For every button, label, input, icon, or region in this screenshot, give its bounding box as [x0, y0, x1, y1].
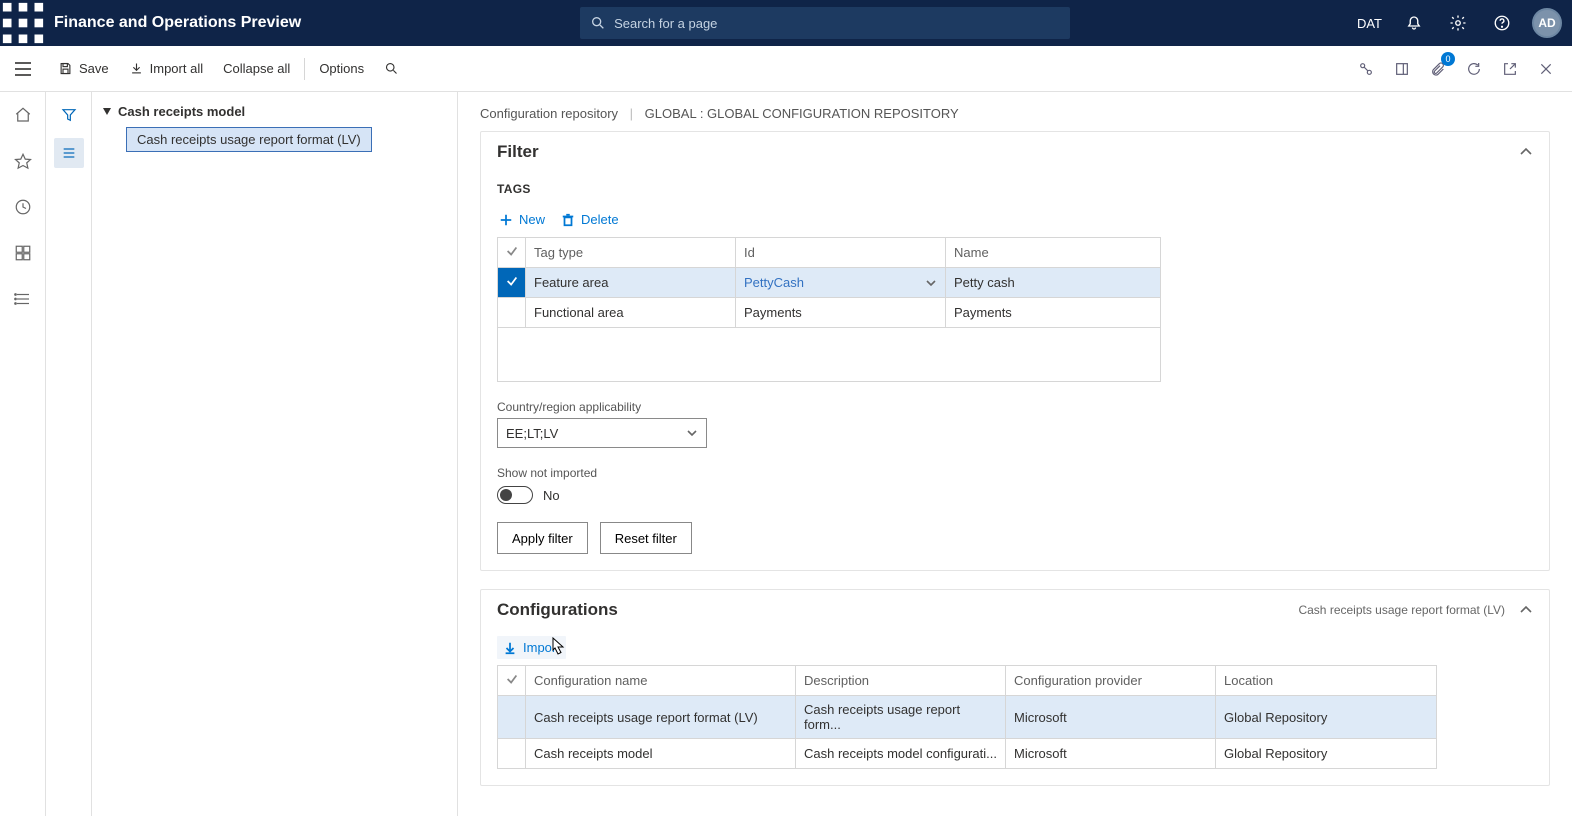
help-icon[interactable] [1482, 0, 1522, 46]
app-title: Finance and Operations Preview [54, 14, 301, 32]
avatar[interactable]: AD [1532, 8, 1562, 38]
breadcrumb-leaf: GLOBAL : GLOBAL CONFIGURATION REPOSITORY [645, 106, 959, 121]
tags-row[interactable]: Feature area PettyCash Petty cash [498, 268, 1161, 298]
nav-toggle-icon[interactable] [8, 62, 38, 76]
chevron-up-icon [1519, 603, 1533, 617]
attachment-count-badge: 0 [1441, 52, 1455, 66]
select-all-tags[interactable] [498, 238, 526, 268]
tags-grid: Tag type Id Name Feature area PettyCash … [497, 237, 1161, 328]
configurations-title: Configurations [497, 600, 618, 620]
company-code[interactable]: DAT [1349, 16, 1390, 31]
filter-title: Filter [497, 142, 539, 162]
col-location[interactable]: Location [1216, 666, 1437, 696]
page-search-icon[interactable] [374, 46, 409, 91]
left-rail [0, 92, 46, 816]
modules-icon[interactable] [12, 288, 34, 310]
breadcrumb: Configuration repository | GLOBAL : GLOB… [480, 102, 1550, 131]
show-not-imported-toggle[interactable] [497, 486, 533, 504]
connector-icon[interactable] [1352, 55, 1380, 83]
tags-row[interactable]: Functional area Payments Payments [498, 298, 1161, 328]
tree-filter-icon[interactable] [54, 100, 84, 130]
toggle-value: No [543, 488, 560, 503]
popout-icon[interactable] [1496, 55, 1524, 83]
close-icon[interactable] [1532, 55, 1560, 83]
delete-tag-button[interactable]: Delete [559, 208, 621, 231]
refresh-icon[interactable] [1460, 55, 1488, 83]
favorites-icon[interactable] [12, 150, 34, 172]
import-all-button[interactable]: Import all [119, 46, 213, 91]
tags-label: TAGS [497, 182, 1533, 196]
col-config-name[interactable]: Configuration name [526, 666, 796, 696]
recent-icon[interactable] [12, 196, 34, 218]
chevron-down-icon [686, 427, 698, 439]
import-button[interactable]: Import [497, 636, 566, 659]
workspaces-icon[interactable] [12, 242, 34, 264]
col-tag-type[interactable]: Tag type [526, 238, 736, 268]
tree-child-label: Cash receipts usage report format (LV) [137, 132, 361, 147]
col-id[interactable]: Id [736, 238, 946, 268]
tree-root-node[interactable]: Cash receipts model [102, 100, 447, 123]
breadcrumb-root[interactable]: Configuration repository [480, 106, 618, 121]
notifications-icon[interactable] [1394, 0, 1434, 46]
reset-filter-button[interactable]: Reset filter [600, 522, 692, 554]
attachments-icon[interactable]: 0 [1424, 55, 1452, 83]
country-select[interactable]: EE;LT;LV [497, 418, 707, 448]
home-icon[interactable] [12, 104, 34, 126]
app-launcher-icon[interactable] [0, 0, 46, 46]
header-bar: Finance and Operations Preview Search fo… [0, 0, 1572, 46]
action-bar: Save Import all Collapse all Options 0 [0, 46, 1572, 92]
tags-grid-empty-area[interactable] [497, 328, 1161, 382]
country-label: Country/region applicability [497, 400, 1533, 414]
settings-icon[interactable] [1438, 0, 1478, 46]
configurations-subtitle: Cash receipts usage report format (LV) [1298, 603, 1505, 617]
options-button[interactable]: Options [309, 46, 374, 91]
col-provider[interactable]: Configuration provider [1006, 666, 1216, 696]
tree-root-label: Cash receipts model [118, 104, 245, 119]
config-tree-panel: Cash receipts model Cash receipts usage … [92, 92, 458, 816]
tree-list-icon[interactable] [54, 138, 84, 168]
tree-child-node[interactable]: Cash receipts usage report format (LV) [126, 127, 372, 152]
search-input[interactable]: Search for a page [580, 7, 1070, 39]
chevron-down-icon[interactable] [925, 277, 937, 289]
tree-tools-column [46, 92, 92, 816]
configurations-panel: Configurations Cash receipts usage repor… [480, 589, 1550, 786]
collapse-all-button[interactable]: Collapse all [213, 46, 300, 91]
configurations-grid: Configuration name Description Configura… [497, 665, 1437, 769]
filter-panel-header[interactable]: Filter [481, 132, 1549, 172]
configurations-panel-header[interactable]: Configurations Cash receipts usage repor… [481, 590, 1549, 630]
col-name[interactable]: Name [946, 238, 1161, 268]
config-row[interactable]: Cash receipts model Cash receipts model … [498, 739, 1437, 769]
select-all-configs[interactable] [498, 666, 526, 696]
chevron-up-icon [1519, 145, 1533, 159]
show-not-imported-label: Show not imported [497, 466, 1533, 480]
col-desc[interactable]: Description [796, 666, 1006, 696]
search-placeholder: Search for a page [614, 16, 717, 31]
side-panel-icon[interactable] [1388, 55, 1416, 83]
apply-filter-button[interactable]: Apply filter [497, 522, 588, 554]
main-content: Configuration repository | GLOBAL : GLOB… [458, 92, 1572, 816]
config-row[interactable]: Cash receipts usage report format (LV) C… [498, 696, 1437, 739]
new-tag-button[interactable]: New [497, 208, 547, 231]
filter-panel: Filter TAGS New Delete [480, 131, 1550, 571]
save-button[interactable]: Save [48, 46, 119, 91]
